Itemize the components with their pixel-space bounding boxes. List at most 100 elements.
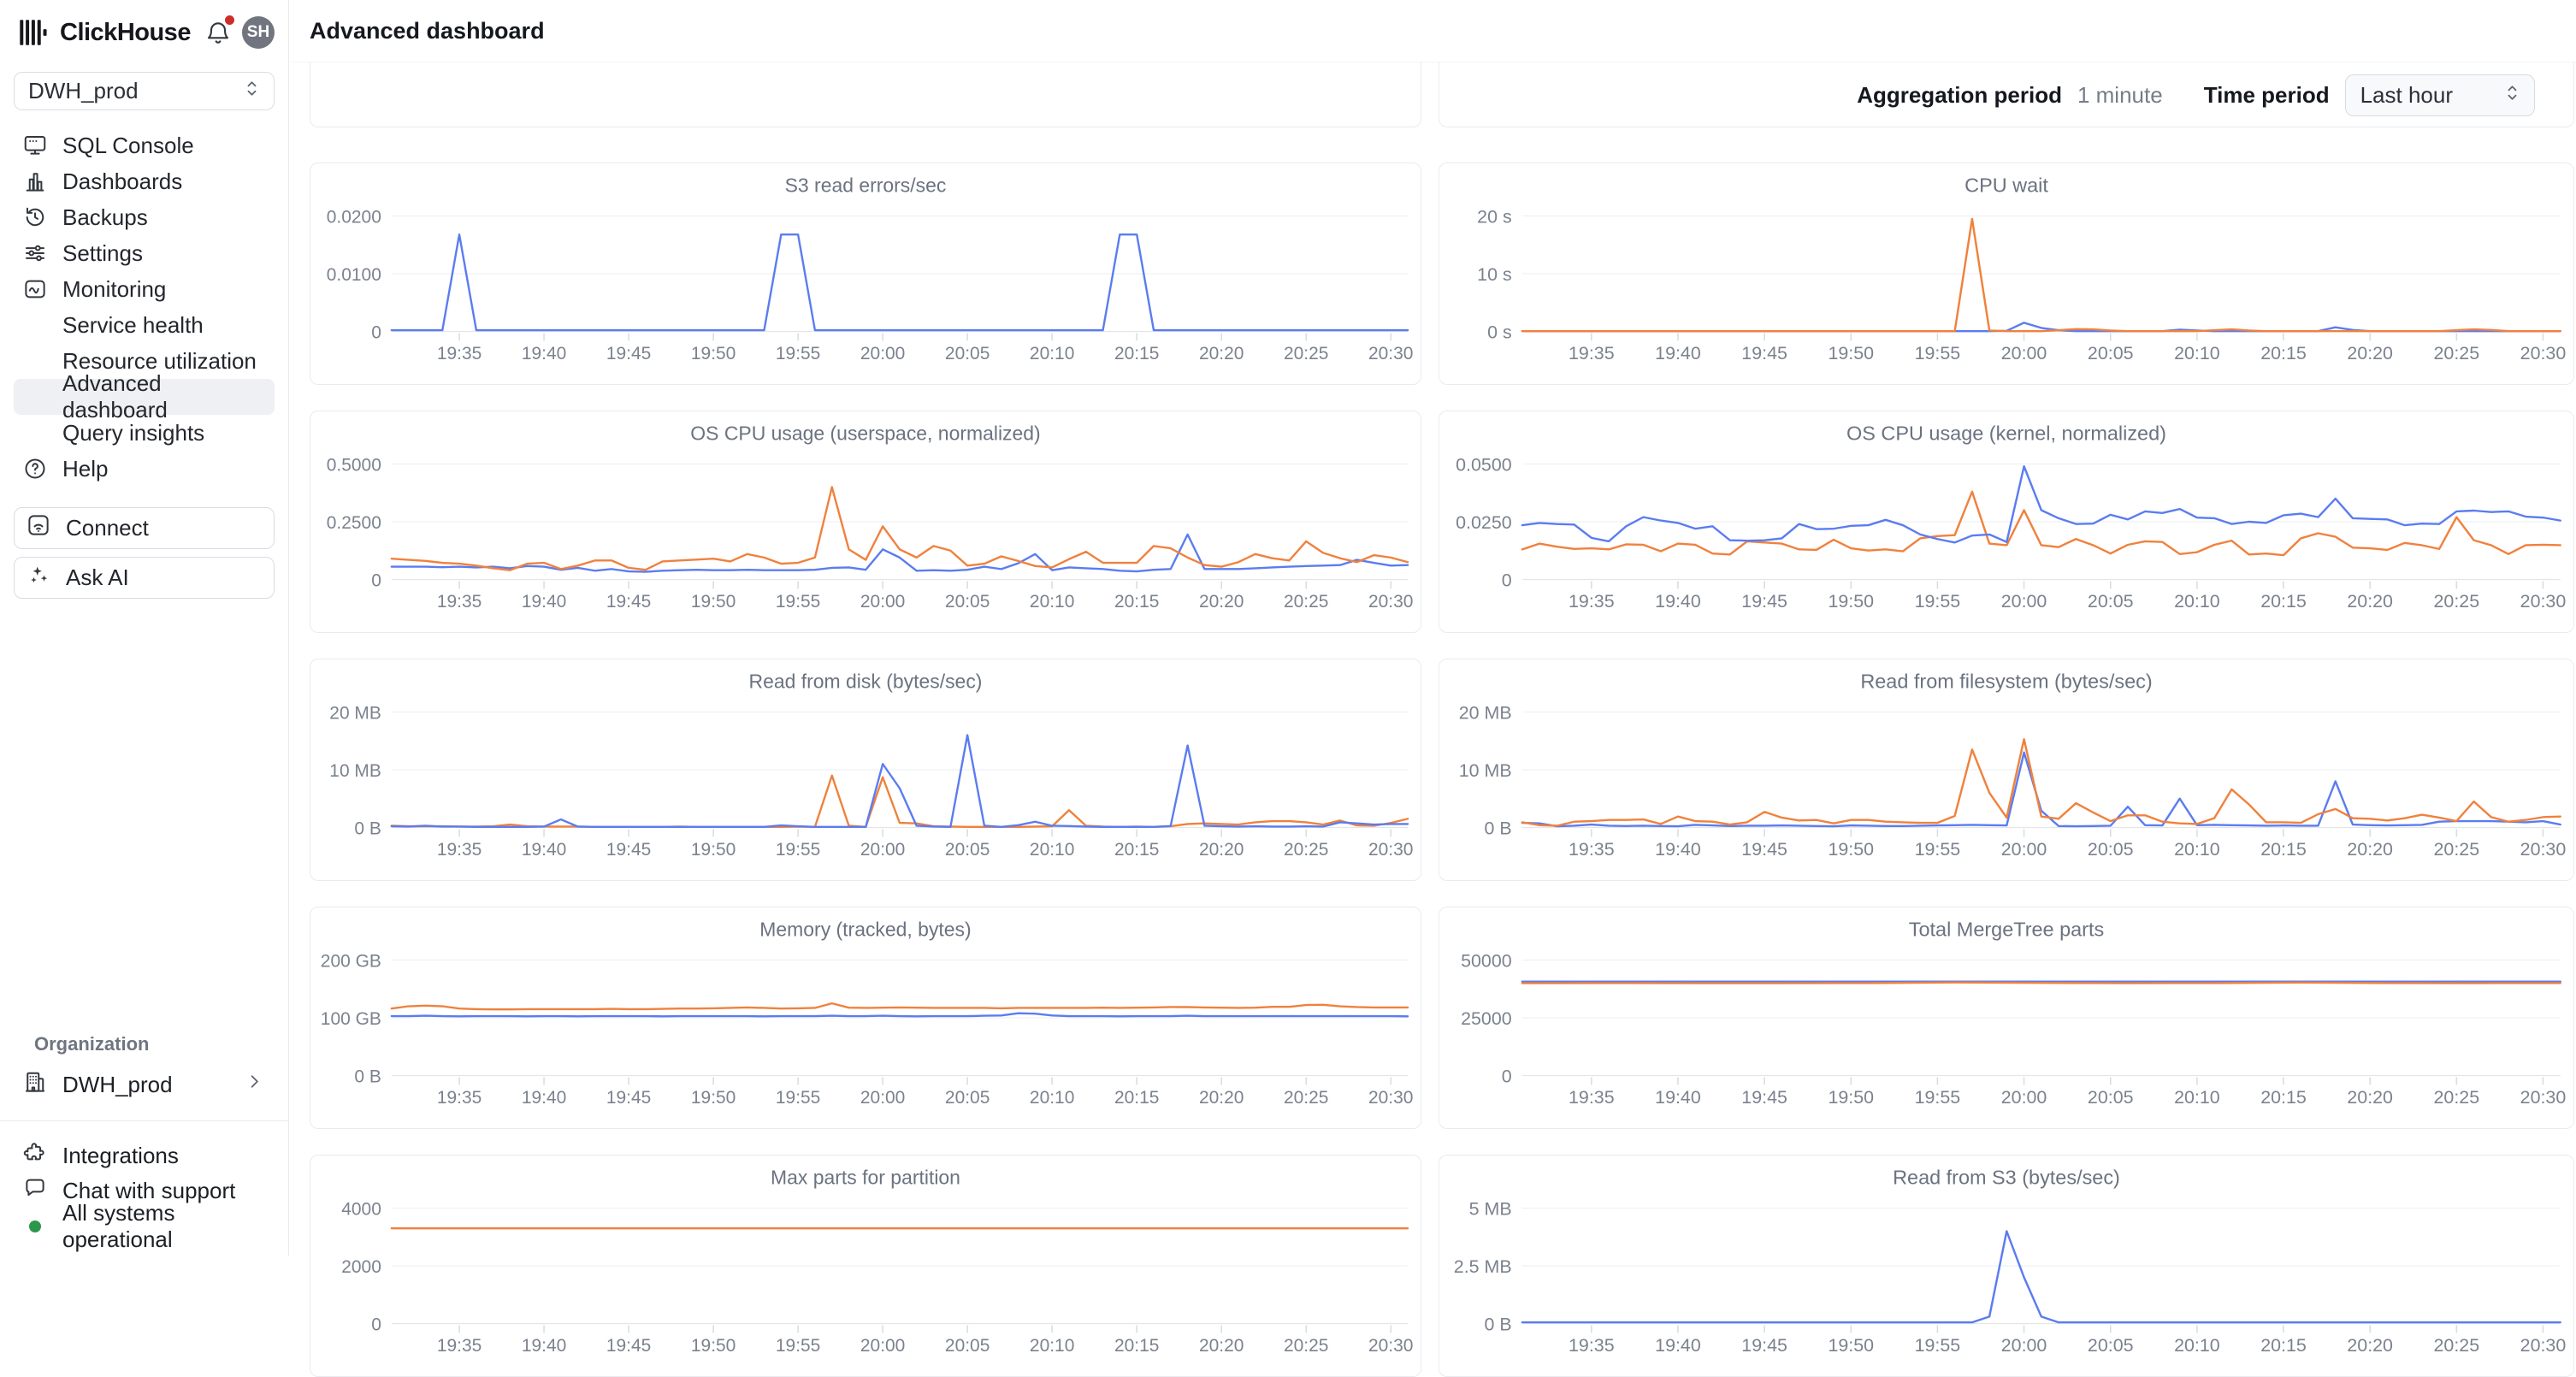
- svg-text:19:55: 19:55: [1915, 592, 1961, 612]
- svg-text:19:45: 19:45: [1741, 344, 1787, 363]
- help-icon: [22, 456, 48, 482]
- svg-text:20:05: 20:05: [945, 1336, 990, 1356]
- chat-icon: [22, 1175, 48, 1207]
- svg-text:20:30: 20:30: [2520, 592, 2567, 612]
- svg-text:20:25: 20:25: [1284, 344, 1328, 363]
- svg-text:20:20: 20:20: [1199, 840, 1244, 860]
- sidebar-item-help[interactable]: Help: [14, 451, 275, 487]
- svg-text:10 MB: 10 MB: [1459, 761, 1512, 781]
- svg-text:19:50: 19:50: [1828, 840, 1874, 860]
- chevron-updown-icon: [240, 77, 263, 106]
- svg-text:19:50: 19:50: [691, 344, 736, 363]
- svg-text:20:20: 20:20: [1199, 344, 1244, 363]
- sidebar-item-backups[interactable]: Backups: [14, 199, 275, 235]
- time-period-label: Time period: [2204, 82, 2330, 109]
- sidebar-header: ClickHouse SH: [0, 0, 288, 65]
- status-dot-icon: [29, 1220, 41, 1232]
- svg-text:20:25: 20:25: [1284, 1336, 1328, 1356]
- chart-read-from-disk-bytes-sec[interactable]: Read from disk (bytes/sec)0 B10 MB20 MB1…: [310, 659, 1421, 881]
- svg-text:0 B: 0 B: [354, 819, 381, 838]
- sidebar-item-service-health[interactable]: Service health: [14, 307, 275, 343]
- sidebar-item-label: Settings: [62, 240, 143, 267]
- avatar[interactable]: SH: [242, 16, 275, 49]
- svg-text:19:40: 19:40: [1655, 592, 1701, 612]
- svg-text:20:10: 20:10: [1030, 1088, 1074, 1108]
- svg-text:20:00: 20:00: [2001, 1336, 2047, 1356]
- svg-text:0: 0: [1502, 571, 1512, 591]
- organization-row[interactable]: DWH_prod: [14, 1066, 275, 1103]
- sidebar-item-settings[interactable]: Settings: [14, 235, 275, 271]
- svg-text:19:50: 19:50: [691, 1336, 736, 1356]
- svg-text:20:05: 20:05: [945, 840, 990, 860]
- chart-max-parts-for-partition[interactable]: Max parts for partition02000400019:3519:…: [310, 1155, 1421, 1377]
- svg-text:0.5000: 0.5000: [327, 456, 381, 476]
- sidebar-item-all-systems-operational[interactable]: All systems operational: [14, 1209, 275, 1244]
- connect-button[interactable]: Connect: [14, 507, 275, 549]
- sidebar-item-label: Integrations: [62, 1143, 179, 1169]
- chart-os-cpu-usage-userspace-normalized[interactable]: OS CPU usage (userspace, normalized)00.2…: [310, 411, 1421, 633]
- svg-text:20 s: 20 s: [1477, 208, 1511, 228]
- svg-text:20:25: 20:25: [2434, 592, 2480, 612]
- chart-s3-read-errors-sec[interactable]: S3 read errors/sec00.01000.020019:3519:4…: [310, 163, 1421, 385]
- svg-text:100 GB: 100 GB: [321, 1009, 381, 1029]
- sidebar-item-sql-console[interactable]: SQL Console: [14, 127, 275, 163]
- chevron-right-icon: [243, 1070, 266, 1099]
- sidebar-item-label: Dashboards: [62, 168, 182, 195]
- svg-text:20:25: 20:25: [2434, 1336, 2480, 1356]
- svg-text:20:05: 20:05: [2088, 840, 2134, 860]
- svg-text:19:40: 19:40: [1655, 840, 1701, 860]
- chart-memory-tracked-bytes[interactable]: Memory (tracked, bytes)0 B100 GB200 GB19…: [310, 907, 1421, 1129]
- aggregation-period-label: Aggregation period: [1857, 82, 2062, 109]
- sidebar-item-advanced-dashboard[interactable]: Advanced dashboard: [14, 379, 275, 415]
- svg-text:Read from filesystem (bytes/se: Read from filesystem (bytes/sec): [1860, 671, 2152, 693]
- svg-text:20:05: 20:05: [945, 592, 990, 612]
- sidebar-item-dashboards[interactable]: Dashboards: [14, 163, 275, 199]
- svg-text:19:45: 19:45: [606, 344, 651, 363]
- svg-text:19:35: 19:35: [1569, 840, 1615, 860]
- svg-text:20:00: 20:00: [2001, 592, 2047, 612]
- svg-text:19:35: 19:35: [1569, 344, 1615, 363]
- svg-text:19:35: 19:35: [437, 1336, 482, 1356]
- chart-os-cpu-usage-kernel-normalized[interactable]: OS CPU usage (kernel, normalized)00.0250…: [1439, 411, 2574, 633]
- service-select[interactable]: DWH_prod: [14, 72, 275, 110]
- svg-text:20:10: 20:10: [1030, 344, 1074, 363]
- notifications-button[interactable]: [204, 19, 232, 46]
- svg-text:20:30: 20:30: [2520, 1336, 2567, 1356]
- svg-text:20:15: 20:15: [1114, 592, 1159, 612]
- svg-text:0 B: 0 B: [354, 1067, 381, 1086]
- svg-text:20:00: 20:00: [860, 840, 905, 860]
- svg-text:0 s: 0 s: [1487, 323, 1512, 343]
- svg-text:20:10: 20:10: [2174, 840, 2220, 860]
- svg-text:20:15: 20:15: [2260, 1088, 2307, 1108]
- settings-icon: [22, 240, 48, 266]
- building-icon: [22, 1069, 48, 1101]
- svg-text:20:30: 20:30: [2520, 1088, 2567, 1108]
- svg-text:19:40: 19:40: [522, 344, 566, 363]
- sidebar-item-label: Help: [62, 456, 108, 482]
- svg-text:20:30: 20:30: [1368, 1088, 1413, 1108]
- sidebar-item-monitoring[interactable]: Monitoring: [14, 271, 275, 307]
- page-title: Advanced dashboard: [310, 18, 545, 44]
- svg-text:20:00: 20:00: [2001, 344, 2047, 363]
- svg-text:20:15: 20:15: [2260, 840, 2307, 860]
- svg-text:19:35: 19:35: [437, 344, 482, 363]
- svg-text:OS CPU usage (kernel, normaliz: OS CPU usage (kernel, normalized): [1846, 423, 2166, 445]
- sidebar-item-integrations[interactable]: Integrations: [14, 1138, 275, 1173]
- svg-text:20:05: 20:05: [2088, 1336, 2134, 1356]
- charts-grid: S3 read errors/sec00.01000.020019:3519:4…: [310, 163, 2574, 1377]
- svg-text:20:20: 20:20: [1199, 1088, 1244, 1108]
- ask-ai-button[interactable]: Ask AI: [14, 557, 275, 599]
- chart-read-from-filesystem-bytes-sec[interactable]: Read from filesystem (bytes/sec)0 B10 MB…: [1439, 659, 2574, 881]
- svg-text:Total MergeTree parts: Total MergeTree parts: [1909, 919, 2104, 941]
- chart-cpu-wait[interactable]: CPU wait0 s10 s20 s19:3519:4019:4519:501…: [1439, 163, 2574, 385]
- svg-text:0.0200: 0.0200: [327, 208, 381, 228]
- svg-text:19:40: 19:40: [1655, 1336, 1701, 1356]
- time-period-select[interactable]: Last hour: [2345, 74, 2535, 116]
- chart-total-mergetree-parts[interactable]: Total MergeTree parts0250005000019:3519:…: [1439, 907, 2574, 1129]
- svg-text:20:10: 20:10: [1030, 1336, 1074, 1356]
- svg-text:19:40: 19:40: [1655, 1088, 1701, 1108]
- svg-text:2000: 2000: [341, 1257, 381, 1277]
- chart-read-from-s3-bytes-sec[interactable]: Read from S3 (bytes/sec)0 B2.5 MB5 MB19:…: [1439, 1155, 2574, 1377]
- svg-text:20 MB: 20 MB: [329, 704, 381, 724]
- svg-text:20:20: 20:20: [1199, 1336, 1244, 1356]
